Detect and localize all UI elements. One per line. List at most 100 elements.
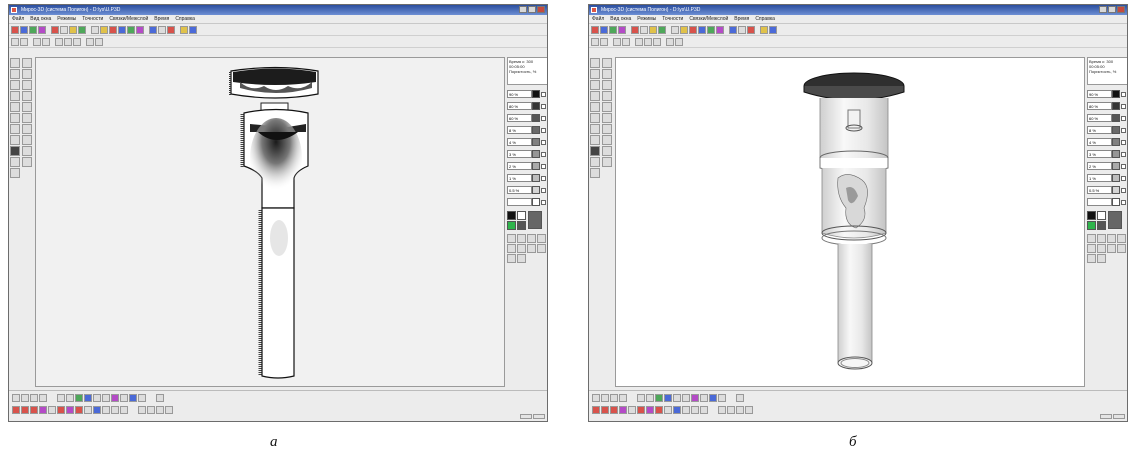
save-icon[interactable] bbox=[528, 211, 542, 229]
tool-icon[interactable] bbox=[120, 406, 128, 414]
palette-color[interactable] bbox=[507, 221, 516, 230]
tool-icon[interactable] bbox=[691, 406, 699, 414]
legend-value-input[interactable]: 8 % bbox=[1087, 126, 1112, 134]
heat-icon[interactable] bbox=[689, 25, 697, 34]
tool-icon[interactable] bbox=[75, 394, 83, 402]
grid-icon[interactable] bbox=[91, 25, 99, 34]
table-icon[interactable] bbox=[1117, 244, 1126, 253]
legend-swatch[interactable] bbox=[1112, 162, 1120, 170]
collapse-icon[interactable] bbox=[590, 157, 600, 167]
save-icon[interactable] bbox=[527, 234, 536, 243]
cool-icon[interactable] bbox=[118, 25, 126, 34]
tool-icon[interactable] bbox=[718, 406, 726, 414]
menu-file[interactable]: Файл bbox=[12, 15, 24, 23]
pan-icon[interactable] bbox=[600, 37, 608, 46]
rotate-icon[interactable] bbox=[591, 37, 599, 46]
rotate-z-icon[interactable] bbox=[590, 80, 600, 90]
legend-swatch[interactable] bbox=[532, 186, 540, 194]
legend-value-input[interactable]: 3 % bbox=[1087, 150, 1112, 158]
tool-icon[interactable] bbox=[120, 394, 128, 402]
expand-icon[interactable] bbox=[507, 234, 516, 243]
zoom-in-icon[interactable] bbox=[1087, 244, 1096, 253]
legend-value-input[interactable]: 90 % bbox=[507, 90, 532, 98]
legend-value-input[interactable]: 60 % bbox=[1087, 114, 1112, 122]
table-icon[interactable] bbox=[158, 25, 166, 34]
legend-swatch[interactable] bbox=[532, 198, 540, 206]
tool-icon[interactable] bbox=[664, 406, 672, 414]
save-icon[interactable] bbox=[1107, 234, 1116, 243]
rotate-y-icon[interactable] bbox=[602, 69, 612, 79]
iso-icon[interactable] bbox=[653, 37, 661, 46]
legend-checkbox[interactable] bbox=[541, 175, 546, 181]
tool-icon[interactable] bbox=[601, 394, 609, 402]
help-icon[interactable] bbox=[760, 25, 768, 34]
legend-value-input[interactable]: 60 % bbox=[507, 114, 532, 122]
tool-icon[interactable] bbox=[84, 394, 92, 402]
new-model-icon[interactable] bbox=[591, 25, 599, 34]
tool-icon[interactable] bbox=[637, 394, 645, 402]
legend-value-input[interactable]: 2 % bbox=[1087, 162, 1112, 170]
tool-icon[interactable] bbox=[646, 394, 654, 402]
legend-swatch[interactable] bbox=[532, 174, 540, 182]
print-icon[interactable] bbox=[1107, 244, 1116, 253]
delete-icon[interactable] bbox=[631, 25, 639, 34]
legend-swatch[interactable] bbox=[1112, 114, 1120, 122]
legend-swatch[interactable] bbox=[532, 90, 540, 98]
tool-icon[interactable] bbox=[610, 394, 618, 402]
legend-swatch[interactable] bbox=[1112, 90, 1120, 98]
probe-icon[interactable] bbox=[590, 135, 600, 145]
palette-color[interactable] bbox=[1087, 221, 1096, 230]
section-icon[interactable] bbox=[55, 37, 63, 46]
solid-icon[interactable] bbox=[675, 37, 683, 46]
menu-help[interactable]: Справка bbox=[755, 15, 775, 23]
fill-icon[interactable] bbox=[658, 25, 666, 34]
tool-icon[interactable] bbox=[592, 394, 600, 402]
legend-value-input[interactable]: 1 % bbox=[507, 174, 532, 182]
move-icon[interactable] bbox=[22, 58, 32, 68]
save-icon[interactable] bbox=[1108, 211, 1122, 229]
legend-value-input[interactable]: 2 % bbox=[507, 162, 532, 170]
tool-icon[interactable] bbox=[129, 394, 137, 402]
rotate-x-icon[interactable] bbox=[590, 69, 600, 79]
next-icon[interactable] bbox=[517, 254, 526, 263]
pan-icon[interactable] bbox=[20, 37, 28, 46]
tool-icon[interactable] bbox=[39, 406, 47, 414]
tool-icon[interactable] bbox=[57, 394, 65, 402]
tool-icon[interactable] bbox=[93, 406, 101, 414]
grid-icon[interactable] bbox=[537, 234, 546, 243]
legend-checkbox[interactable] bbox=[1121, 115, 1126, 121]
legend-checkbox[interactable] bbox=[1121, 151, 1126, 157]
tool-icon[interactable] bbox=[84, 406, 92, 414]
viewport-3d[interactable] bbox=[615, 57, 1085, 387]
tool-icon[interactable] bbox=[21, 394, 29, 402]
view-top-icon[interactable] bbox=[22, 91, 32, 101]
save-model-icon[interactable] bbox=[29, 25, 37, 34]
light-icon[interactable] bbox=[602, 102, 612, 112]
tool-icon[interactable] bbox=[682, 394, 690, 402]
maximize-icon[interactable] bbox=[528, 6, 536, 13]
legend-swatch[interactable] bbox=[532, 150, 540, 158]
tool-icon[interactable] bbox=[66, 406, 74, 414]
tool-icon[interactable] bbox=[673, 406, 681, 414]
legend-checkbox[interactable] bbox=[1121, 139, 1126, 145]
menu-time[interactable]: Время bbox=[734, 15, 749, 23]
chart-icon[interactable] bbox=[729, 25, 737, 34]
legend-value-input[interactable]: 1 % bbox=[1087, 174, 1112, 182]
legend-checkbox[interactable] bbox=[541, 115, 546, 121]
save-model-icon[interactable] bbox=[609, 25, 617, 34]
legend-value-input[interactable]: 8 % bbox=[507, 126, 532, 134]
menu-precision[interactable]: Точности bbox=[82, 15, 103, 23]
tool-icon[interactable] bbox=[700, 406, 708, 414]
menu-file[interactable]: Файл bbox=[592, 15, 604, 23]
legend-swatch[interactable] bbox=[1112, 150, 1120, 158]
rotate-icon[interactable] bbox=[11, 37, 19, 46]
menu-precision[interactable]: Точности bbox=[662, 15, 683, 23]
expand-icon[interactable] bbox=[1087, 234, 1096, 243]
zoom-out-icon[interactable] bbox=[1097, 244, 1106, 253]
menu-links[interactable]: Связки/Межслой bbox=[109, 15, 148, 23]
tool-icon[interactable] bbox=[637, 406, 645, 414]
legend-checkbox[interactable] bbox=[541, 199, 546, 205]
close-icon[interactable] bbox=[537, 6, 545, 13]
tool-icon[interactable] bbox=[165, 406, 173, 414]
tool-icon[interactable] bbox=[12, 394, 20, 402]
